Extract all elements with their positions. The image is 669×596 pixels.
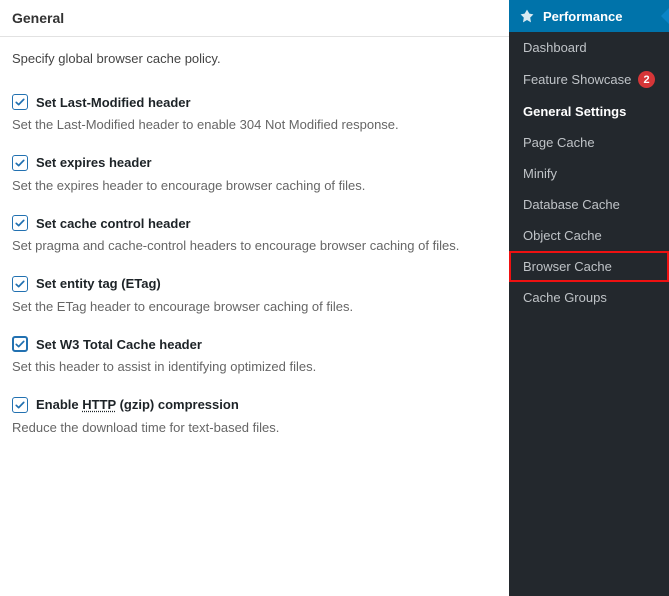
option-label[interactable]: Set Last-Modified header <box>12 94 497 110</box>
check-icon <box>14 278 26 290</box>
sidebar-item-cache-groups[interactable]: Cache Groups <box>509 282 669 313</box>
label-text-pre: Set W3 Total Cache header <box>36 337 202 352</box>
section-intro: Specify global browser cache policy. <box>0 37 509 74</box>
option-row: Set expires header Set the expires header… <box>0 135 509 196</box>
check-icon <box>14 157 26 169</box>
check-icon <box>14 217 26 229</box>
option-row: Enable HTTP (gzip) compression Reduce the… <box>0 377 509 438</box>
label-text-pre: Set Last-Modified header <box>36 95 191 110</box>
checkbox[interactable] <box>12 336 28 352</box>
option-description: Set pragma and cache-control headers to … <box>12 236 497 256</box>
option-row: Set cache control header Set pragma and c… <box>0 195 509 256</box>
sidebar-item-object-cache[interactable]: Object Cache <box>509 220 669 251</box>
sidebar-item-label: General Settings <box>523 104 626 119</box>
sidebar-item-browser-cache[interactable]: Browser Cache <box>509 251 669 282</box>
option-row: Set entity tag (ETag) Set the ETag header… <box>0 256 509 317</box>
sidebar-item-label: Dashboard <box>523 40 587 55</box>
label-text-pre: Set expires header <box>36 155 152 170</box>
option-row: Set Last-Modified header Set the Last-Mod… <box>0 74 509 135</box>
option-description: Reduce the download time for text-based … <box>12 418 497 438</box>
option-label-text: Set W3 Total Cache header <box>36 337 202 352</box>
sidebar-item-label: Feature Showcase <box>523 72 631 87</box>
option-description: Set the ETag header to encourage browser… <box>12 297 497 317</box>
notification-badge: 2 <box>638 71 655 88</box>
option-label[interactable]: Enable HTTP (gzip) compression <box>12 397 497 413</box>
sidebar-item-database-cache[interactable]: Database Cache <box>509 189 669 220</box>
option-label[interactable]: Set expires header <box>12 155 497 171</box>
sidebar-item-minify[interactable]: Minify <box>509 158 669 189</box>
sidebar-item-label: Page Cache <box>523 135 595 150</box>
sidebar-header-label: Performance <box>543 9 622 24</box>
sidebar-item-dashboard[interactable]: Dashboard <box>509 32 669 63</box>
label-text-pre: Set entity tag (ETag) <box>36 276 161 291</box>
label-text-pre: Enable <box>36 397 82 412</box>
checkbox[interactable] <box>12 155 28 171</box>
sidebar-item-label: Minify <box>523 166 557 181</box>
checkbox[interactable] <box>12 397 28 413</box>
option-label-text: Enable HTTP (gzip) compression <box>36 397 239 412</box>
option-label[interactable]: Set entity tag (ETag) <box>12 276 497 292</box>
sidebar-item-label: Cache Groups <box>523 290 607 305</box>
option-label[interactable]: Set W3 Total Cache header <box>12 336 497 352</box>
checkbox[interactable] <box>12 215 28 231</box>
label-abbr: HTTP <box>82 397 116 412</box>
label-text-post: (gzip) compression <box>116 397 239 412</box>
check-icon <box>14 96 26 108</box>
performance-icon <box>519 8 535 24</box>
option-row: Set W3 Total Cache header Set this header… <box>0 316 509 377</box>
sidebar-item-page-cache[interactable]: Page Cache <box>509 127 669 158</box>
sidebar-header-performance[interactable]: Performance <box>509 0 669 32</box>
option-description: Set the Last-Modified header to enable 3… <box>12 115 497 135</box>
main-panel: General Specify global browser cache pol… <box>0 0 509 596</box>
option-label-text: Set Last-Modified header <box>36 95 191 110</box>
option-label-text: Set entity tag (ETag) <box>36 276 161 291</box>
check-icon <box>14 399 26 411</box>
sidebar-item-label: Browser Cache <box>523 259 612 274</box>
sidebar-item-label: Object Cache <box>523 228 602 243</box>
section-title: General <box>0 0 509 37</box>
sidebar-item-label: Database Cache <box>523 197 620 212</box>
sidebar-item-feature-showcase[interactable]: Feature Showcase 2 <box>509 63 669 96</box>
option-label-text: Set cache control header <box>36 216 191 231</box>
label-text-pre: Set cache control header <box>36 216 191 231</box>
option-description: Set the expires header to encourage brow… <box>12 176 497 196</box>
chevron-left-icon <box>661 8 669 24</box>
option-description: Set this header to assist in identifying… <box>12 357 497 377</box>
option-label[interactable]: Set cache control header <box>12 215 497 231</box>
check-icon <box>14 338 26 350</box>
option-label-text: Set expires header <box>36 155 152 170</box>
checkbox[interactable] <box>12 94 28 110</box>
sidebar-item-general-settings[interactable]: General Settings <box>509 96 669 127</box>
sidebar: Performance Dashboard Feature Showcase 2 Ge… <box>509 0 669 596</box>
checkbox[interactable] <box>12 276 28 292</box>
